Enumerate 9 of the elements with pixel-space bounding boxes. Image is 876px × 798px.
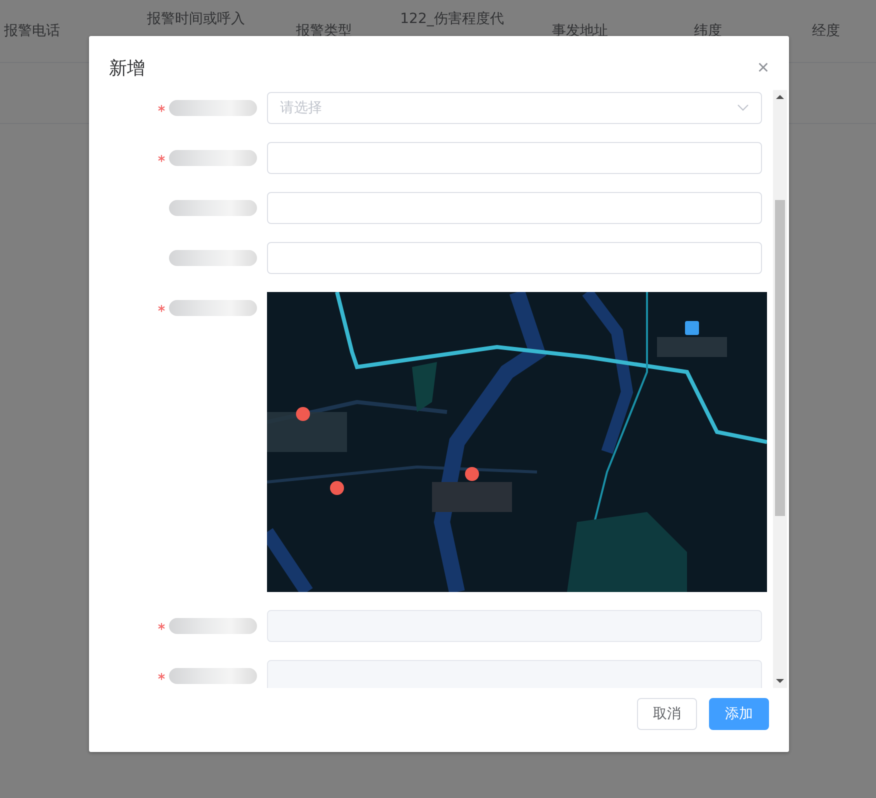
select-field[interactable]: 请选择 — [267, 92, 762, 124]
cancel-button[interactable]: 取消 — [637, 698, 697, 730]
column-header: 纬度 — [693, 22, 723, 40]
column-header: 报警电话 — [3, 22, 61, 40]
column-header: 报警时间或呼入 — [146, 10, 246, 28]
dialog-title: 新增 — [109, 57, 145, 80]
add-button[interactable]: 添加 — [709, 698, 769, 730]
column-header: 经度 — [811, 22, 841, 40]
column-header: 122_伤害程度代 — [399, 10, 505, 28]
